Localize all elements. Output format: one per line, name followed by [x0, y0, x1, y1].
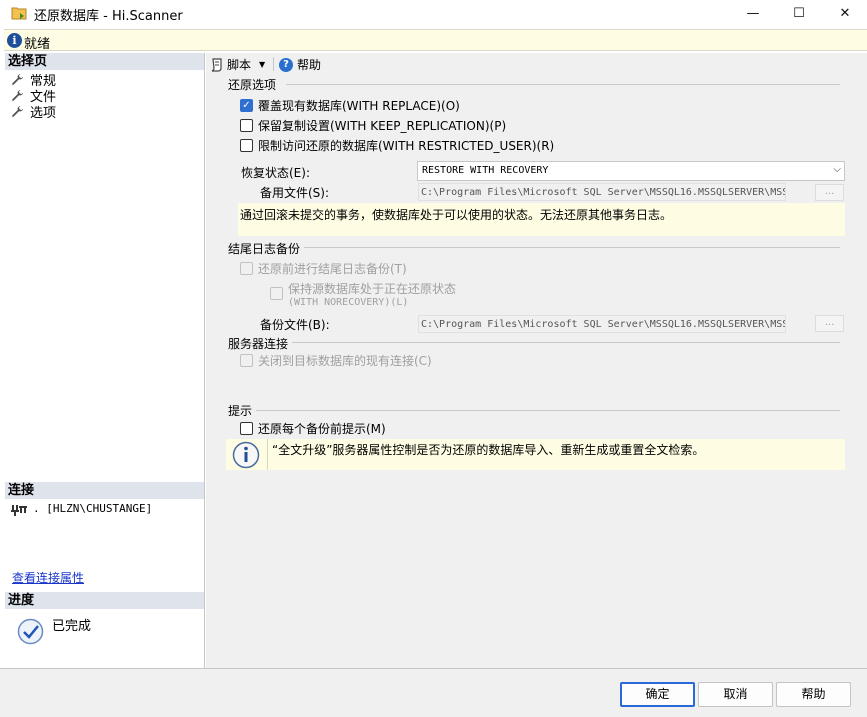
help-icon: ?	[279, 57, 293, 72]
left-panel: 选择页 常规 文件 选项 连接 . [HLZN\CHUSTANGE] 查看连接属…	[5, 53, 205, 668]
minimize-button[interactable]: —	[730, 0, 776, 27]
take-tail-log-checkbox[interactable]	[240, 262, 253, 275]
dialog-button-bar: 确定 取消 帮助	[0, 668, 867, 717]
fulltext-info-text: “全文升级”服务器属性控制是否为还原的数据库导入、重新生成或重置全文检索。	[272, 443, 705, 457]
recovery-state-label: 恢复状态(E):	[241, 166, 310, 180]
leave-restoring-checkbox[interactable]	[270, 287, 283, 300]
recovery-state-value: RESTORE WITH RECOVERY	[422, 165, 549, 176]
take-tail-log-option[interactable]: 还原前进行结尾日志备份(T)	[240, 260, 407, 277]
window-title: 还原数据库 - Hi.Scanner	[34, 9, 183, 24]
script-button[interactable]: 脚本 ▼	[210, 56, 265, 73]
backup-file-browse-button[interactable]: ...	[815, 315, 844, 332]
chevron-down-icon: ⌵	[833, 164, 841, 175]
recovery-description: 通过回滚未提交的事务，使数据库处于可以使用的状态。无法还原其他事务日志。	[238, 203, 845, 236]
prompt-before-backup-option[interactable]: 还原每个备份前提示(M)	[240, 420, 386, 437]
prompt-title: 提示	[228, 402, 257, 419]
leave-restoring-labels: 保持源数据库处于正在还原状态 (WITH NORECOVERY)(L)	[288, 280, 456, 308]
note-divider	[267, 439, 268, 470]
section-divider	[256, 410, 840, 411]
close-connections-label: 关闭到目标数据库的现有连接(C)	[258, 354, 432, 368]
help-toolbar-button[interactable]: ? 帮助	[279, 56, 321, 73]
keep-replication-checkbox[interactable]	[240, 119, 253, 132]
view-connection-properties-link[interactable]: 查看连接属性	[12, 569, 84, 586]
progress-header: 进度	[5, 592, 204, 609]
standby-file-value: C:\Program Files\Microsoft SQL Server\MS…	[421, 187, 786, 198]
overwrite-checkbox[interactable]: ✓	[240, 99, 253, 112]
leave-restoring-label: 保持源数据库处于正在还原状态	[288, 282, 457, 296]
recovery-description-text: 通过回滚未提交的事务，使数据库处于可以使用的状态。无法还原其他事务日志。	[240, 208, 673, 222]
close-button[interactable]: ✕	[822, 0, 867, 27]
ok-button[interactable]: 确定	[620, 682, 695, 707]
prompt-before-backup-label: 还原每个备份前提示(M)	[258, 422, 386, 436]
info-icon: i	[7, 33, 22, 48]
standby-file-field: C:\Program Files\Microsoft SQL Server\MS…	[418, 183, 786, 201]
take-tail-log-label: 还原前进行结尾日志备份(T)	[258, 262, 407, 276]
recovery-state-select[interactable]: RESTORE WITH RECOVERY ⌵	[417, 161, 845, 181]
progress-status: 已完成	[52, 619, 92, 634]
tail-log-title: 结尾日志备份	[228, 240, 305, 257]
prompt-before-backup-checkbox[interactable]	[240, 422, 253, 435]
restrict-access-option[interactable]: 限制访问还原的数据库(WITH RESTRICTED_USER)(R)	[240, 137, 554, 154]
server-connection-icon	[11, 505, 27, 516]
backup-file-label: 备份文件(B):	[260, 318, 330, 332]
wrench-icon	[12, 73, 23, 85]
select-page-header: 选择页	[5, 53, 204, 70]
keep-replication-label: 保留复制设置(WITH KEEP_REPLICATION)(P)	[258, 119, 507, 133]
wrench-icon	[12, 105, 23, 117]
restrict-access-checkbox[interactable]	[240, 139, 253, 152]
restore-options-title: 还原选项	[228, 76, 281, 93]
section-divider	[286, 84, 840, 85]
toolbar-separator	[273, 57, 274, 71]
connection-header: 连接	[5, 482, 204, 499]
close-connections-checkbox[interactable]	[240, 354, 253, 367]
wrench-icon	[12, 89, 23, 101]
help-label: 帮助	[297, 58, 322, 72]
standby-file-browse-button[interactable]: ...	[815, 184, 844, 201]
close-connections-option[interactable]: 关闭到目标数据库的现有连接(C)	[240, 352, 432, 369]
backup-file-value: C:\Program Files\Microsoft SQL Server\MS…	[421, 319, 786, 330]
options-panel: 脚本 ▼ ? 帮助 还原选项 ✓ 覆盖现有数据库(WITH REPLACE)(O…	[206, 53, 867, 668]
script-icon	[211, 57, 222, 72]
toolbar: 脚本 ▼ ? 帮助	[206, 53, 867, 75]
leave-restoring-sublabel: (WITH NORECOVERY)(L)	[288, 297, 409, 308]
chevron-down-icon: ▼	[259, 60, 266, 69]
section-divider	[301, 247, 840, 248]
status-text: 就绪	[24, 37, 51, 52]
restrict-access-label: 限制访问还原的数据库(WITH RESTRICTED_USER)(R)	[258, 139, 555, 153]
cancel-button[interactable]: 取消	[698, 682, 773, 707]
page-item-label: 选项	[30, 105, 57, 121]
completed-check-icon	[17, 618, 44, 645]
script-label: 脚本	[227, 58, 252, 72]
backup-file-field: C:\Program Files\Microsoft SQL Server\MS…	[418, 315, 786, 333]
standby-file-label: 备用文件(S):	[260, 186, 330, 200]
page-item-options[interactable]: 选项	[11, 103, 57, 121]
keep-replication-option[interactable]: 保留复制设置(WITH KEEP_REPLICATION)(P)	[240, 117, 506, 134]
help-button[interactable]: 帮助	[776, 682, 851, 707]
server-connection-title: 服务器连接	[228, 335, 293, 352]
database-icon	[11, 7, 27, 20]
overwrite-label: 覆盖现有数据库(WITH REPLACE)(O)	[258, 99, 460, 113]
title-bar: 还原数据库 - Hi.Scanner — ☐ ✕	[0, 0, 867, 27]
fulltext-info-note: “全文升级”服务器属性控制是否为还原的数据库导入、重新生成或重置全文检索。	[226, 439, 845, 470]
section-divider	[290, 342, 840, 343]
connection-info: . [HLZN\CHUSTANGE]	[33, 502, 153, 515]
overwrite-option[interactable]: ✓ 覆盖现有数据库(WITH REPLACE)(O)	[240, 97, 460, 114]
maximize-button[interactable]: ☐	[776, 0, 822, 27]
leave-restoring-option[interactable]: 保持源数据库处于正在还原状态 (WITH NORECOVERY)(L)	[270, 280, 456, 308]
info-icon	[232, 441, 260, 469]
status-bar: i 就绪	[4, 29, 867, 52]
